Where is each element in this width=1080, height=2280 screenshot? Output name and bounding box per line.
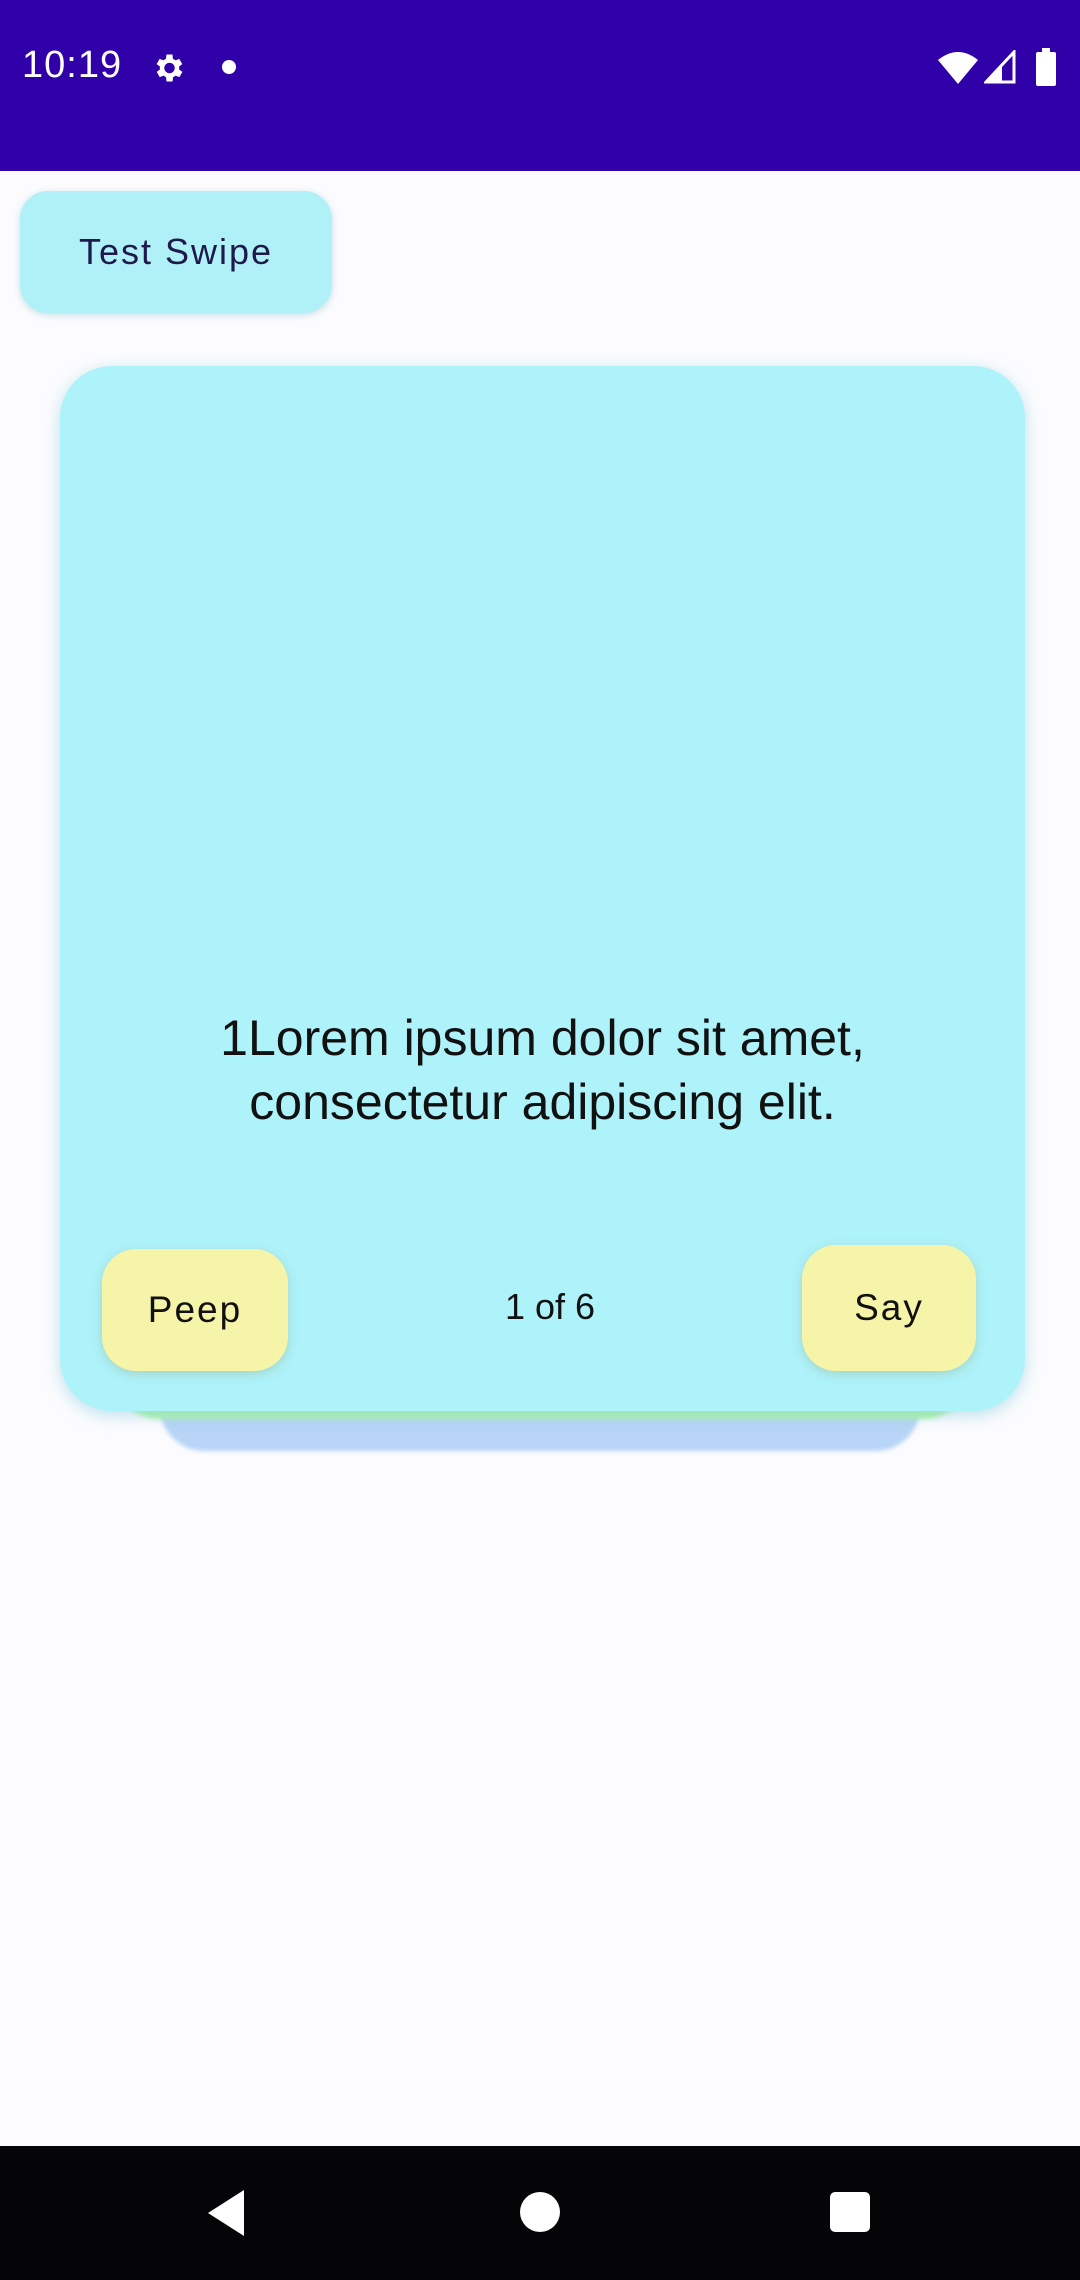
home-icon[interactable] (520, 2192, 560, 2232)
status-time: 10:19 (22, 44, 123, 86)
status-bar: 10:19 (0, 0, 1080, 171)
battery-icon (1036, 48, 1056, 86)
main-content: Test Swipe 1Lorem ipsum dolor sit amet, … (0, 171, 1080, 2146)
page-counter: 1 of 6 (504, 1286, 596, 1327)
back-icon[interactable] (204, 2186, 248, 2240)
signal-icon (984, 50, 1016, 84)
card-text: 1Lorem ipsum dolor sit amet, consectetur… (220, 1010, 865, 1130)
notification-dot-icon (222, 60, 236, 74)
say-button[interactable]: Say (802, 1245, 976, 1371)
test-swipe-button[interactable]: Test Swipe (20, 191, 332, 313)
recents-icon[interactable] (830, 2192, 870, 2232)
navigation-bar (0, 2146, 1080, 2280)
settings-gear-icon (156, 54, 183, 82)
peep-button[interactable]: Peep (102, 1249, 288, 1371)
wifi-icon (938, 52, 978, 84)
